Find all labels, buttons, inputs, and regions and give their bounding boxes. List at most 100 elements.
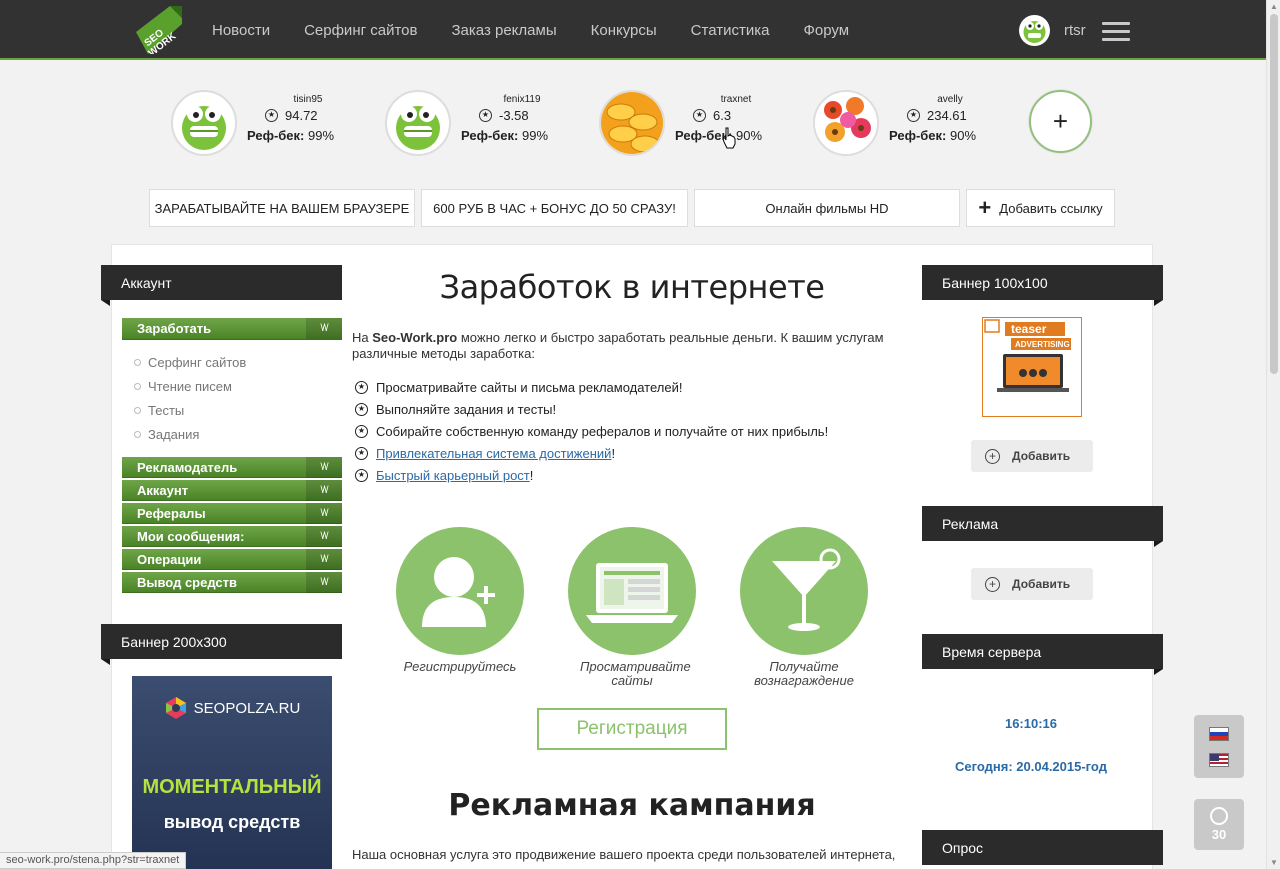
referral-refback: Реф-бек: 90% — [889, 128, 977, 143]
nav-news[interactable]: Новости — [212, 22, 270, 39]
scroll-up-icon[interactable]: ▲ — [1270, 2, 1278, 11]
menu-earn[interactable]: Заработать \/\/ — [122, 318, 342, 340]
referral-nick[interactable]: tisin95 — [263, 94, 353, 105]
teaser-brand: teaser — [1011, 322, 1047, 336]
menu-withdraw[interactable]: Вывод средств \/\/ — [122, 572, 342, 593]
menu-messages[interactable]: Мои сообщения: \/\/ — [122, 526, 342, 547]
server-time-header: Время сервера — [922, 634, 1163, 675]
chevron-down-icon: \/\/ — [306, 549, 342, 570]
seopolza-banner[interactable]: SEOPOLZA.RU МОМЕНТАЛЬНЫЙ вывод средств — [132, 676, 332, 869]
achievements-link[interactable]: Привлекательная система достижений — [376, 446, 611, 461]
us-flag-icon[interactable] — [1209, 753, 1229, 767]
referral-card[interactable]: avelly ★ 234.61 Реф-бек: 90% — [813, 90, 1013, 156]
scrollbar-thumb[interactable] — [1270, 14, 1278, 374]
user-menu[interactable]: rtsr — [1019, 15, 1086, 46]
teaser-banner[interactable]: teaser ADVERTISING — [982, 317, 1082, 417]
ad-link-1[interactable]: ЗАРАБАТЫВАЙТЕ НА ВАШЕМ БРАУЗЕРЕ — [149, 189, 415, 227]
star-icon: ★ — [355, 447, 368, 460]
browser-status-bar: seo-work.pro/stena.php?str=traxnet — [0, 852, 187, 869]
scroll-down-icon[interactable]: ▼ — [1270, 858, 1278, 867]
referral-refback: Реф-бек: 99% — [247, 128, 335, 143]
submenu-surfing[interactable]: Серфинг сайтов — [134, 355, 246, 370]
menu-account[interactable]: Аккаунт \/\/ — [122, 480, 342, 501]
username[interactable]: rtsr — [1064, 22, 1086, 39]
monster-avatar-icon — [171, 90, 237, 156]
star-icon: ★ — [907, 109, 920, 122]
user-online-icon — [1210, 807, 1228, 825]
submenu-mail[interactable]: Чтение писем — [134, 379, 232, 394]
site-logo[interactable]: SEO WORK — [134, 4, 184, 59]
plus-circle-icon: + — [985, 576, 1000, 592]
plus-icon: + — [978, 195, 992, 220]
account-header-title: Аккаунт — [121, 274, 172, 291]
star-icon: ★ — [355, 381, 368, 394]
ad-link-2[interactable]: 600 РУБ В ЧАС + БОНУС ДО 50 СРАЗУ! — [421, 189, 688, 227]
add-link-button[interactable]: + Добавить ссылку — [966, 189, 1115, 227]
plus-circle-icon: + — [985, 448, 1000, 464]
chevron-down-icon: \/\/ — [306, 572, 342, 593]
referral-refback: Реф-бек: 99% — [461, 128, 549, 143]
submenu-tasks[interactable]: Задания — [134, 427, 199, 442]
server-clock: 16:10:16 — [1004, 716, 1058, 731]
nav-contests[interactable]: Конкурсы — [591, 22, 657, 39]
banner-line2: вывод средств — [163, 812, 301, 832]
menu-referrals[interactable]: Рефералы \/\/ — [122, 503, 342, 524]
online-counter[interactable]: 30 — [1194, 799, 1244, 850]
submenu-tests[interactable]: Тесты — [134, 403, 184, 418]
add-link-label: Добавить ссылку — [999, 200, 1103, 216]
russian-flag-icon[interactable] — [1209, 727, 1229, 741]
register-button[interactable]: Регистрация — [537, 708, 727, 750]
banner-100-header: Баннер 100x100 — [922, 265, 1163, 306]
gold-coins-avatar-icon — [599, 90, 665, 156]
career-link[interactable]: Быстрый карьерный рост — [376, 468, 530, 483]
referral-card[interactable]: traxnet ★ 6.3 Реф-бек: 90% — [599, 90, 799, 156]
ad-link-3[interactable]: Онлайн фильмы HD — [694, 189, 960, 227]
referral-nick[interactable]: fenix119 — [477, 94, 567, 105]
main-nav: Новости Серфинг сайтов Заказ рекламы Кон… — [212, 0, 883, 60]
chevron-down-icon: \/\/ — [306, 503, 342, 524]
account-header: Аккаунт — [101, 265, 342, 306]
menu-operations[interactable]: Операции \/\/ — [122, 549, 342, 570]
star-icon: ★ — [265, 109, 278, 122]
flowers-avatar-icon — [813, 90, 879, 156]
page-scrollbar[interactable]: ▲ ▼ — [1266, 0, 1280, 869]
chevron-down-icon: \/\/ — [306, 526, 342, 547]
nav-forum[interactable]: Форум — [803, 22, 849, 39]
cocktail-step-icon — [740, 527, 868, 655]
banner-site: SEOPOLZA.RU — [132, 696, 332, 720]
campaign-text: Наша основная услуга это продвижение ваш… — [352, 847, 896, 862]
star-icon: ★ — [355, 469, 368, 482]
add-banner-button[interactable]: + Добавить — [971, 440, 1093, 472]
banner-line1: МОМЕНТАЛЬНЫЙ — [142, 776, 322, 798]
server-date: Сегодня: 20.04.2015-год — [955, 759, 1107, 774]
monster-avatar-icon — [385, 90, 451, 156]
referral-nick[interactable]: traxnet — [691, 94, 781, 105]
seopolza-logo-icon — [165, 697, 186, 719]
star-icon: ★ — [355, 425, 368, 438]
ads-header: Реклама — [922, 506, 1163, 547]
referral-card[interactable]: fenix119 ★ -3.58 Реф-бек: 99% — [385, 90, 585, 156]
star-icon: ★ — [355, 403, 368, 416]
campaign-title: Рекламная кампания — [448, 788, 816, 823]
user-avatar[interactable] — [1019, 15, 1050, 46]
register-step-icon — [396, 527, 524, 655]
referral-nick[interactable]: avelly — [905, 94, 995, 105]
online-count: 30 — [1211, 827, 1227, 842]
poll-header: Опрос — [922, 830, 1163, 865]
add-ad-button[interactable]: + Добавить — [971, 568, 1093, 600]
referral-points: ★ 6.3 — [693, 108, 731, 123]
referral-points: ★ 234.61 — [907, 108, 967, 123]
menu-advertiser[interactable]: Рекламодатель \/\/ — [122, 457, 342, 478]
nav-order-ads[interactable]: Заказ рекламы — [451, 22, 556, 39]
referral-card[interactable]: tisin95 ★ 94.72 Реф-бек: 99% — [171, 90, 371, 156]
star-icon: ★ — [479, 109, 492, 122]
list-item: ★ Выполняйте задания и тесты! — [355, 402, 556, 417]
language-switcher — [1194, 715, 1244, 778]
nav-statistics[interactable]: Статистика — [691, 22, 770, 39]
nav-surfing[interactable]: Серфинг сайтов — [304, 22, 417, 39]
hamburger-menu-icon[interactable] — [1102, 22, 1130, 42]
add-referral-button[interactable]: + — [1029, 90, 1092, 153]
referral-points: ★ 94.72 — [265, 108, 318, 123]
list-item: ★ Собирайте собственную команду рефералов… — [355, 424, 828, 439]
teaser-subtitle: ADVERTISING — [1015, 340, 1070, 349]
